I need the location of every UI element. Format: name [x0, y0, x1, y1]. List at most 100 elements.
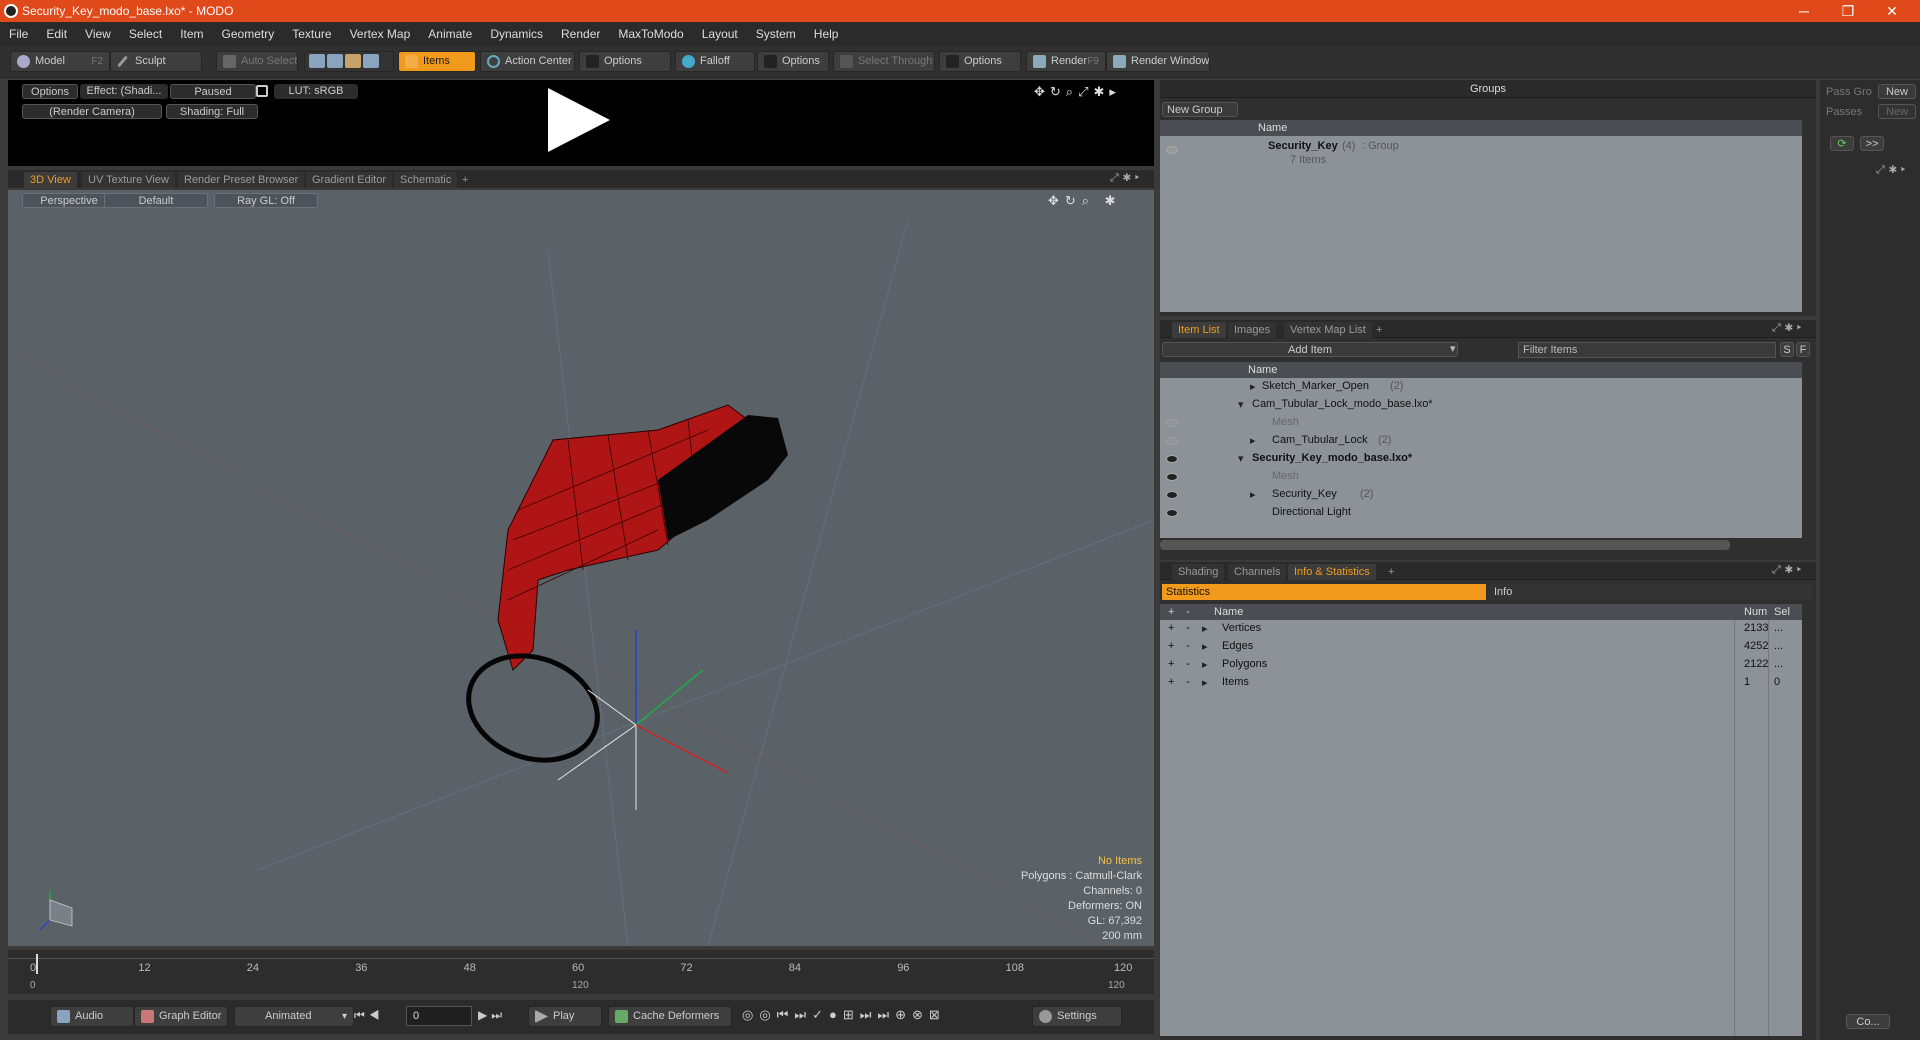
preview-camera-dropdown[interactable]: (Render Camera) [22, 104, 162, 119]
settings-button[interactable]: Settings [1032, 1006, 1122, 1027]
menu-animate[interactable]: Animate [419, 27, 481, 41]
refresh-icon[interactable]: ⟳ [1830, 136, 1854, 151]
eye-icon[interactable] [1166, 491, 1178, 499]
graph-editor-button[interactable]: Graph Editor [134, 1006, 228, 1027]
preview-shading-dropdown[interactable]: Shading: Full [166, 104, 258, 119]
auto-select-button[interactable]: Auto Select [216, 51, 298, 72]
preview-options-button[interactable]: Options [22, 84, 78, 99]
menu-geometry[interactable]: Geometry [213, 27, 284, 41]
preview-lut-dropdown[interactable]: LUT: sRGB [274, 84, 358, 99]
add-tab-button[interactable]: + [1382, 564, 1400, 580]
horizontal-scrollbar[interactable] [1160, 540, 1730, 550]
list-item[interactable]: ▸ Security_Key (2) [1160, 486, 1802, 504]
table-row[interactable]: + - ▸ Items 1 0 [1160, 674, 1802, 692]
minimize-button[interactable]: ─ [1782, 0, 1826, 22]
menu-view[interactable]: View [76, 27, 120, 41]
sculpt-mode-button[interactable]: Sculpt [110, 51, 202, 72]
chevron-down-icon[interactable]: ▾ [1450, 342, 1456, 355]
key-tools-icons[interactable]: ◎◎⏮⏭✓●⊞⏭⏭⊕⊗⊠ [742, 1007, 946, 1023]
add-item-button[interactable]: Add Item [1162, 342, 1458, 357]
tab-uv-texture-view[interactable]: UV Texture View [82, 172, 175, 188]
viewport-3d[interactable]: Perspective Default Ray GL: Off ✥↻⌕ ✱ No… [8, 190, 1154, 946]
tab-3d-view[interactable]: 3D View [24, 172, 77, 188]
eye-icon[interactable] [1166, 455, 1178, 463]
edges-mode-icon[interactable] [327, 54, 343, 68]
tab-gradient-editor[interactable]: Gradient Editor [306, 172, 392, 188]
panel-icons[interactable]: ⤢✱▸ [1772, 564, 1805, 577]
minus-icon[interactable]: - [1186, 606, 1190, 618]
select-through-button[interactable]: Select Through [833, 51, 935, 72]
animated-dropdown[interactable]: Animated ▾ [234, 1006, 354, 1027]
list-item[interactable]: Mesh [1160, 468, 1802, 486]
timeline[interactable]: 0 12 24 36 48 60 72 84 96 108 120 0 120 120 [8, 950, 1154, 994]
model-mode-button[interactable]: Model F2 [10, 51, 110, 72]
expand-arrow-icon[interactable]: ▸ [1250, 434, 1256, 447]
new-pass-group-button[interactable]: New [1878, 84, 1916, 99]
collapse-arrow-icon[interactable]: ▾ [1238, 452, 1244, 465]
action-center-options-button[interactable]: Options [579, 51, 671, 72]
filter-items-input[interactable]: Filter Items [1518, 342, 1776, 358]
materials-mode-icon[interactable] [363, 54, 379, 68]
eye-icon[interactable] [1166, 509, 1178, 517]
table-row[interactable]: + - ▸ Vertices 2133... [1160, 620, 1802, 638]
tab-schematic[interactable]: Schematic [394, 172, 458, 188]
filter-s-button[interactable]: S [1780, 342, 1794, 357]
expand-arrow-icon[interactable]: ▸ [1250, 488, 1256, 501]
falloff-button[interactable]: Falloff [675, 51, 755, 72]
menu-texture[interactable]: Texture [283, 27, 340, 41]
list-item[interactable]: ▸ Sketch_Marker_Open (2) [1160, 378, 1802, 396]
items-mode-button[interactable]: Items [398, 51, 476, 72]
expand-arrow-icon[interactable]: ▸ [1202, 622, 1208, 635]
select-through-options-button[interactable]: Options [939, 51, 1021, 72]
new-group-button[interactable]: New Group [1162, 102, 1238, 117]
expand-arrow-icon[interactable]: ▸ [1202, 640, 1208, 653]
render-window-button[interactable]: Render Window [1106, 51, 1210, 72]
timeline-playhead[interactable] [36, 954, 38, 974]
action-center-button[interactable]: Action Center [480, 51, 575, 72]
vertices-mode-icon[interactable] [309, 54, 325, 68]
collapse-arrow-icon[interactable]: ▾ [1238, 398, 1244, 411]
info-subtab[interactable]: Info [1488, 584, 1812, 600]
list-item[interactable]: ▾ Cam_Tubular_Lock_modo_base.lxo* [1160, 396, 1802, 414]
eye-icon[interactable] [1166, 437, 1178, 445]
group-name[interactable]: Security_Key [1268, 140, 1338, 152]
menu-edit[interactable]: Edit [37, 27, 76, 41]
table-row[interactable]: + - ▸ Polygons 2122... [1160, 656, 1802, 674]
tab-item-list[interactable]: Item List [1172, 322, 1226, 338]
menu-select[interactable]: Select [120, 27, 171, 41]
expand-arrow-icon[interactable]: ▸ [1202, 676, 1208, 689]
eye-icon[interactable] [1166, 146, 1178, 154]
falloff-options-button[interactable]: Options [757, 51, 829, 72]
menu-file[interactable]: File [0, 27, 37, 41]
panel-icons[interactable]: ⤢✱▸ [1876, 164, 1909, 177]
menu-maxtomodo[interactable]: MaxToModo [609, 27, 692, 41]
tab-vertex-map-list[interactable]: Vertex Map List [1284, 322, 1372, 338]
transport-next-icons[interactable]: ▶⏭ [478, 1008, 506, 1023]
tab-info-statistics[interactable]: Info & Statistics [1288, 564, 1376, 580]
close-button[interactable]: ✕ [1870, 0, 1914, 22]
menu-render[interactable]: Render [552, 27, 609, 41]
cache-deformers-button[interactable]: Cache Deformers [608, 1006, 732, 1027]
tab-channels[interactable]: Channels [1228, 564, 1287, 580]
preview-paused-button[interactable]: Paused [170, 84, 256, 99]
lock-icon[interactable] [256, 85, 268, 97]
menu-system[interactable]: System [747, 27, 805, 41]
expand-arrow-icon[interactable]: ▸ [1202, 658, 1208, 671]
play-preview-icon[interactable] [544, 86, 614, 156]
preview-nav-icons[interactable]: ✥↻⌕⤢✱▸ [1034, 84, 1144, 99]
list-item[interactable]: ▸ Cam_Tubular_Lock (2) [1160, 432, 1802, 450]
menu-item[interactable]: Item [171, 27, 212, 41]
tab-images[interactable]: Images [1228, 322, 1277, 338]
add-tab-button[interactable]: + [456, 172, 474, 188]
frame-input[interactable]: 0 [406, 1006, 472, 1026]
expand-more-button[interactable]: >> [1860, 136, 1884, 151]
menu-vertex-map[interactable]: Vertex Map [341, 27, 420, 41]
tab-render-preset-browser[interactable]: Render Preset Browser [178, 172, 305, 188]
polygons-mode-icon[interactable] [345, 54, 361, 68]
statistics-subtab[interactable]: Statistics [1162, 584, 1486, 600]
plus-icon[interactable]: + [1168, 606, 1174, 618]
filter-f-button[interactable]: F [1796, 342, 1810, 357]
co-button[interactable]: Co... [1846, 1014, 1890, 1029]
preview-effect-dropdown[interactable]: Effect: (Shadi... [80, 84, 168, 99]
menu-layout[interactable]: Layout [693, 27, 747, 41]
